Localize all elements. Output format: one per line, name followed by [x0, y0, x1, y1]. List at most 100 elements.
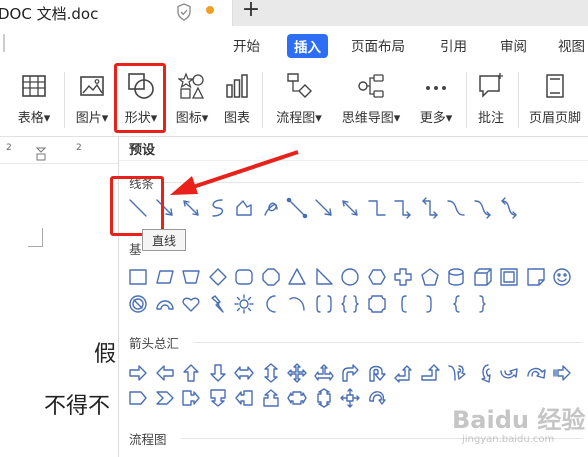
curved-double-arrow-connector-shape-icon[interactable] — [498, 197, 520, 219]
tab-home[interactable]: 开始 — [233, 35, 260, 55]
left-brace-shape-icon[interactable] — [445, 293, 467, 315]
smiley-face-shape-icon[interactable] — [551, 266, 573, 288]
bent-up-arrow-shape-icon[interactable] — [419, 362, 441, 384]
presets-header: 预设 — [129, 143, 156, 158]
right-brace-shape-icon[interactable] — [472, 293, 494, 315]
frame-shape-icon[interactable] — [498, 266, 520, 288]
header-footer-icon — [546, 74, 564, 98]
up-arrow-callout-shape-icon[interactable] — [260, 387, 282, 409]
elbow-double-arrow-connector-shape-icon[interactable] — [339, 197, 361, 219]
elbow-shape-icon[interactable] — [366, 197, 388, 219]
more-label: 更多 — [419, 111, 446, 126]
left-bracket-shape-icon[interactable] — [392, 293, 414, 315]
parallelogram-shape-icon[interactable] — [154, 266, 176, 288]
ruler-number: 2 — [76, 143, 82, 153]
right-arrow-shape-icon[interactable] — [127, 362, 149, 384]
ribbon-toolbar: 表格▾ 图片▾ 形状▾ 图标▾ 图表 流程图▾ 思维导图▾ 更多▾ 批注 页眉页… — [0, 64, 588, 137]
chart-button[interactable]: 图表 — [220, 70, 254, 130]
document-tab[interactable]: DOC 文档.doc — [0, 0, 233, 26]
picture-button[interactable]: 图片▾ — [70, 70, 114, 130]
up-arrow-shape-icon[interactable] — [180, 362, 202, 384]
tab-references[interactable]: 引用 — [440, 35, 467, 55]
chevron-shape-icon[interactable] — [154, 387, 176, 409]
left-arrow-shape-icon[interactable] — [154, 362, 176, 384]
block-arc-shape-icon[interactable] — [154, 293, 176, 315]
curved-arrow-connector-shape-icon[interactable] — [472, 197, 494, 219]
freeform-shape-icon[interactable] — [233, 197, 255, 219]
right-arrow-callout-shape-icon[interactable] — [180, 387, 202, 409]
elbow-arrow-shape-icon[interactable] — [392, 197, 414, 219]
moon-shape-icon[interactable] — [260, 293, 282, 315]
arc-shape-icon[interactable] — [286, 293, 308, 315]
cube-shape-icon[interactable] — [472, 266, 494, 288]
heart-shape-icon[interactable] — [180, 293, 202, 315]
striped-right-arrow-shape-icon[interactable] — [551, 362, 573, 384]
down-arrow-shape-icon[interactable] — [207, 362, 229, 384]
left-arrow-callout-shape-icon[interactable] — [233, 387, 255, 409]
up-down-arrow-callout-shape-icon[interactable] — [313, 387, 335, 409]
left-right-up-arrow-shape-icon[interactable] — [313, 362, 335, 384]
tab-review[interactable]: 审阅 — [500, 35, 527, 55]
bent-arrow-shape-icon[interactable] — [339, 362, 361, 384]
baidu-watermark: Baidu 经验 jingyan.baidu.com — [452, 396, 588, 456]
curved-down-arrow-shape-icon[interactable] — [525, 362, 547, 384]
double-arrow-line-shape-icon[interactable] — [180, 197, 202, 219]
more-button[interactable]: 更多▾ — [414, 70, 458, 130]
curved-left-arrow-shape-icon[interactable] — [472, 362, 494, 384]
up-down-arrow-shape-icon[interactable] — [260, 362, 282, 384]
curve-shape-icon[interactable] — [207, 197, 229, 219]
elbow-double-arrow-shape-icon[interactable] — [419, 197, 441, 219]
rounded-rectangle-shape-icon[interactable] — [233, 266, 255, 288]
no-symbol-shape-icon[interactable] — [127, 293, 149, 315]
elbow-connector-shape-icon[interactable] — [286, 197, 308, 219]
sun-shape-icon[interactable] — [233, 293, 255, 315]
octagon-shape-icon[interactable] — [260, 266, 282, 288]
oval-shape-icon[interactable] — [339, 266, 361, 288]
elbow-arrow-connector-shape-icon[interactable] — [313, 197, 335, 219]
down-arrow-callout-shape-icon[interactable] — [207, 387, 229, 409]
table-button[interactable]: 表格▾ — [12, 70, 56, 130]
left-right-arrow-shape-icon[interactable] — [233, 362, 255, 384]
basic-shapes-section-title: 基 — [129, 242, 142, 257]
u-turn-arrow-shape-icon[interactable] — [366, 362, 388, 384]
double-bracket-shape-icon[interactable] — [313, 293, 335, 315]
indent-marker-icon[interactable] — [36, 147, 46, 161]
left-up-arrow-shape-icon[interactable] — [392, 362, 414, 384]
rectangle-shape-icon[interactable] — [127, 266, 149, 288]
tab-insert[interactable]: 插入 — [287, 34, 328, 58]
comment-icon — [479, 73, 503, 98]
header-footer-button[interactable]: 页眉页脚 — [524, 70, 586, 130]
flowchart-button[interactable]: 流程图▾ — [270, 70, 328, 130]
lightning-shape-icon[interactable] — [207, 293, 229, 315]
quad-arrow-shape-icon[interactable] — [286, 362, 308, 384]
curved-up-arrow-shape-icon[interactable] — [498, 362, 520, 384]
circular-arrow-shape-icon[interactable] — [366, 387, 388, 409]
pentagon-arrow-shape-icon[interactable] — [127, 387, 149, 409]
scribble-shape-icon[interactable] — [260, 197, 282, 219]
right-triangle-shape-icon[interactable] — [313, 266, 335, 288]
cylinder-shape-icon[interactable] — [445, 266, 467, 288]
right-bracket-shape-icon[interactable] — [419, 293, 441, 315]
hexagon-shape-icon[interactable] — [366, 266, 388, 288]
plaque-shape-icon[interactable] — [366, 293, 388, 315]
mindmap-icon — [358, 74, 384, 98]
double-brace-shape-icon[interactable] — [339, 293, 361, 315]
left-right-arrow-callout-shape-icon[interactable] — [286, 387, 308, 409]
tab-page-layout[interactable]: 页面布局 — [351, 35, 405, 55]
chart-label: 图表 — [223, 111, 250, 126]
plus-shape-icon[interactable] — [392, 266, 414, 288]
comment-button[interactable]: 批注 — [472, 70, 510, 130]
trapezoid-shape-icon[interactable] — [180, 266, 202, 288]
curved-right-arrow-shape-icon[interactable] — [445, 362, 467, 384]
curved-connector-shape-icon[interactable] — [445, 197, 467, 219]
tab-view[interactable]: 视图 — [558, 35, 585, 55]
shield-icon[interactable] — [176, 3, 192, 21]
diamond-shape-icon[interactable] — [207, 266, 229, 288]
pentagon-shape-icon[interactable] — [419, 266, 441, 288]
folded-corner-shape-icon[interactable] — [525, 266, 547, 288]
mindmap-button[interactable]: 思维导图▾ — [336, 70, 406, 130]
icons-button[interactable]: 图标▾ — [170, 70, 214, 130]
triangle-shape-icon[interactable] — [286, 266, 308, 288]
new-tab-button[interactable]: + — [240, 0, 262, 23]
quad-arrow-callout-shape-icon[interactable] — [339, 387, 361, 409]
